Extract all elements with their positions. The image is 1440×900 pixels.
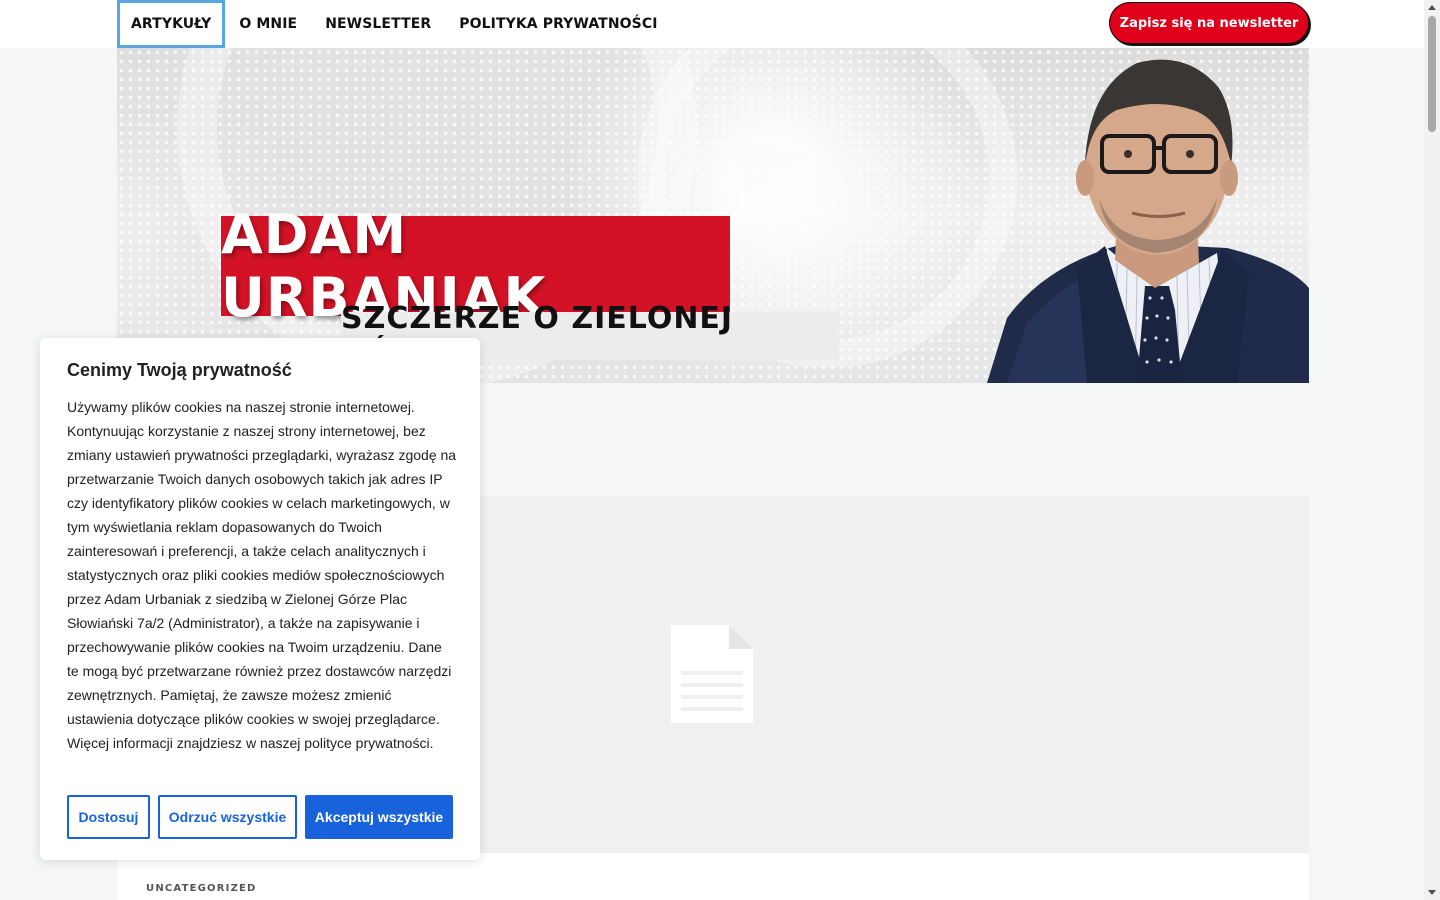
newsletter-signup-button[interactable]: Zapisz się na newsletter — [1109, 2, 1309, 44]
cookie-reject-all-button[interactable]: Odrzuć wszystkie — [158, 795, 297, 839]
nav-item-artykuly[interactable]: ARTYKUŁY — [117, 0, 226, 48]
nav-item-newsletter[interactable]: NEWSLETTER — [311, 0, 445, 48]
hero-banner: ADAM URBANIAK SZCZERZE O ZIELONEJ GÓRZE — [117, 48, 1309, 383]
nav-item-o-mnie[interactable]: O MNIE — [225, 0, 311, 48]
nav-item-polityka-prywatnosci[interactable]: POLITYKA PRYWATNOŚCI — [445, 0, 671, 48]
article-category-link[interactable]: UNCATEGORIZED — [146, 883, 257, 894]
cookie-title: Cenimy Twoją prywatność — [67, 360, 292, 380]
scrollbar-thumb[interactable] — [1428, 16, 1436, 132]
cookie-customize-button[interactable]: Dostosuj — [67, 795, 150, 839]
main-nav: ARTYKUŁY O MNIE NEWSLETTER POLITYKA PRYW… — [117, 0, 672, 48]
cookie-description: Używamy plików cookies na naszej stronie… — [67, 399, 457, 751]
portrait-image — [987, 59, 1309, 383]
document-icon — [671, 625, 753, 723]
scroll-down-arrow-icon[interactable] — [1428, 890, 1436, 895]
site-header: ARTYKUŁY O MNIE NEWSLETTER POLITYKA PRYW… — [0, 0, 1424, 48]
cookie-consent-dialog: Cenimy Twoją prywatność Używamy plików c… — [40, 338, 480, 860]
cookie-accept-all-button[interactable]: Akceptuj wszystkie — [305, 795, 453, 839]
article-card-body: UNCATEGORIZED — [117, 853, 1309, 900]
page-scrollbar[interactable] — [1424, 0, 1440, 900]
scroll-up-arrow-icon[interactable] — [1428, 5, 1436, 10]
